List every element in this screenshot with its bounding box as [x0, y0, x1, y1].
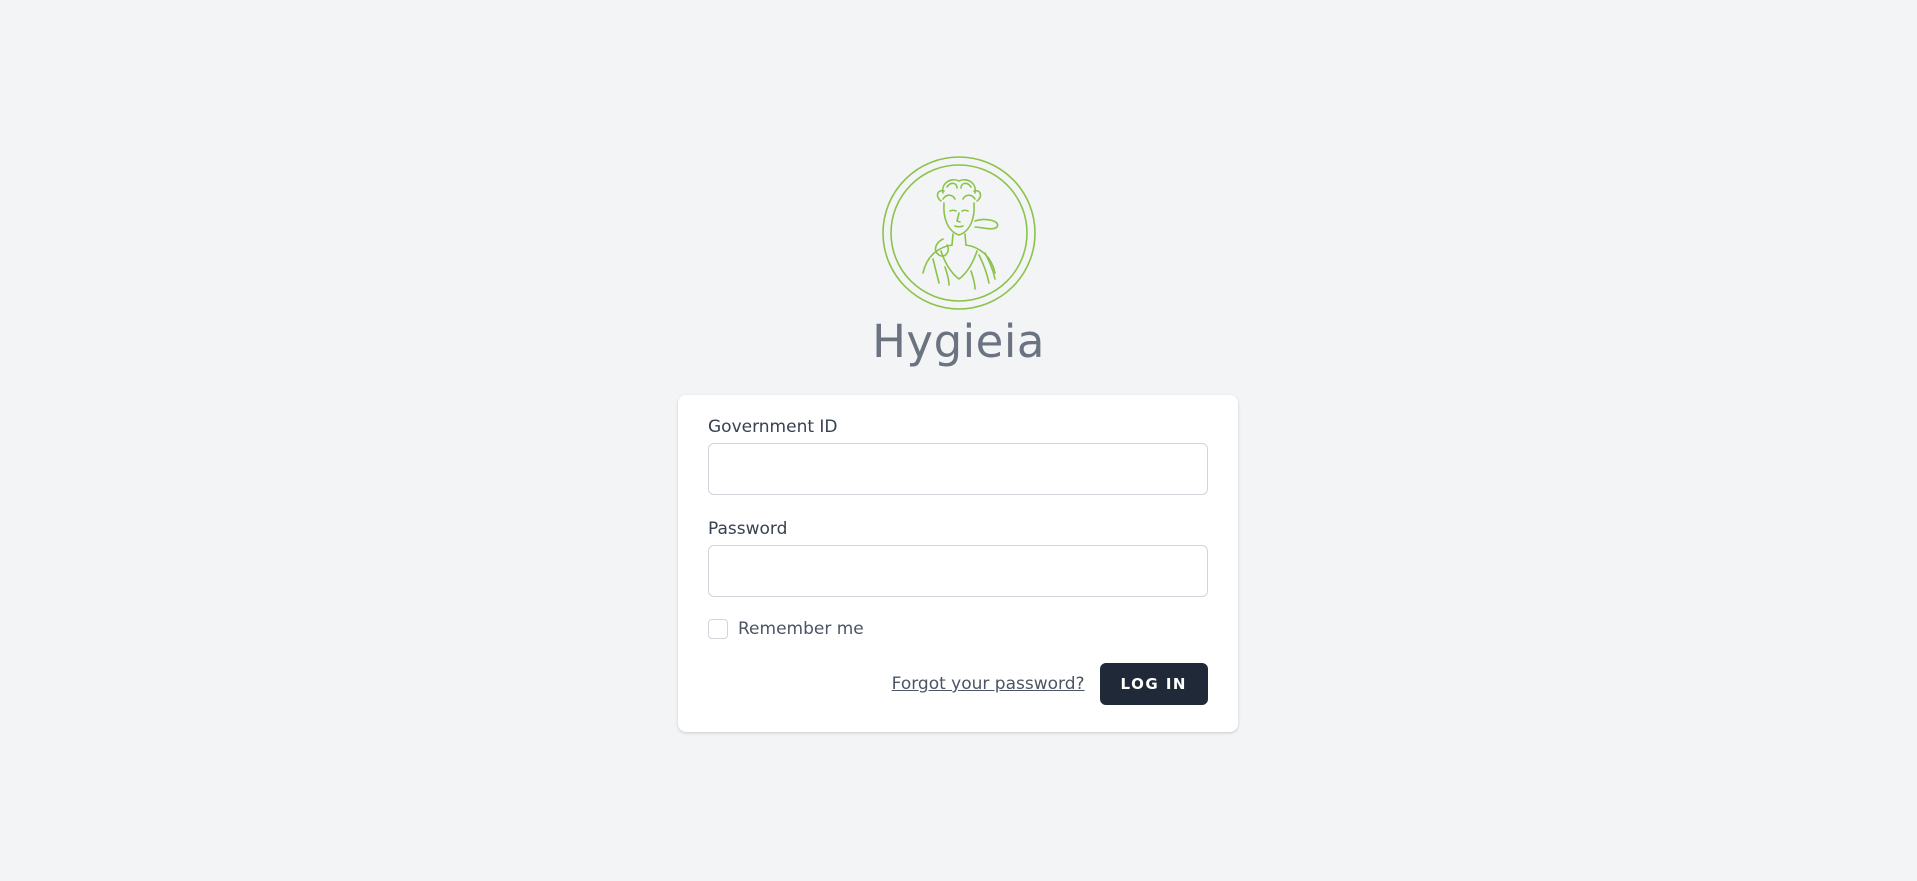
app-title: Hygieia	[872, 315, 1045, 368]
forgot-password-link[interactable]: Forgot your password?	[892, 674, 1085, 694]
login-page: Hygieia Government ID Password Remember …	[0, 0, 1917, 881]
government-id-group: Government ID	[708, 417, 1208, 495]
password-label: Password	[708, 519, 788, 539]
remember-me-checkbox[interactable]	[708, 619, 728, 639]
brand-header: Hygieia	[0, 155, 1917, 369]
remember-me-label[interactable]: Remember me	[738, 619, 864, 639]
remember-me-row: Remember me	[708, 619, 1208, 639]
form-actions: Forgot your password? LOG IN	[708, 663, 1208, 705]
password-group: Password	[708, 519, 1208, 597]
government-id-label: Government ID	[708, 417, 838, 437]
login-card: Government ID Password Remember me Forgo…	[678, 395, 1238, 732]
hygieia-logo-icon	[881, 156, 1036, 310]
password-input[interactable]	[708, 545, 1208, 597]
government-id-input[interactable]	[708, 443, 1208, 495]
login-button[interactable]: LOG IN	[1099, 663, 1208, 705]
